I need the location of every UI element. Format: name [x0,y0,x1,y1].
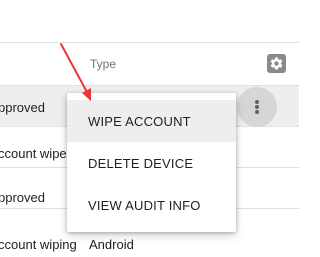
annotation-arrow [60,43,91,101]
